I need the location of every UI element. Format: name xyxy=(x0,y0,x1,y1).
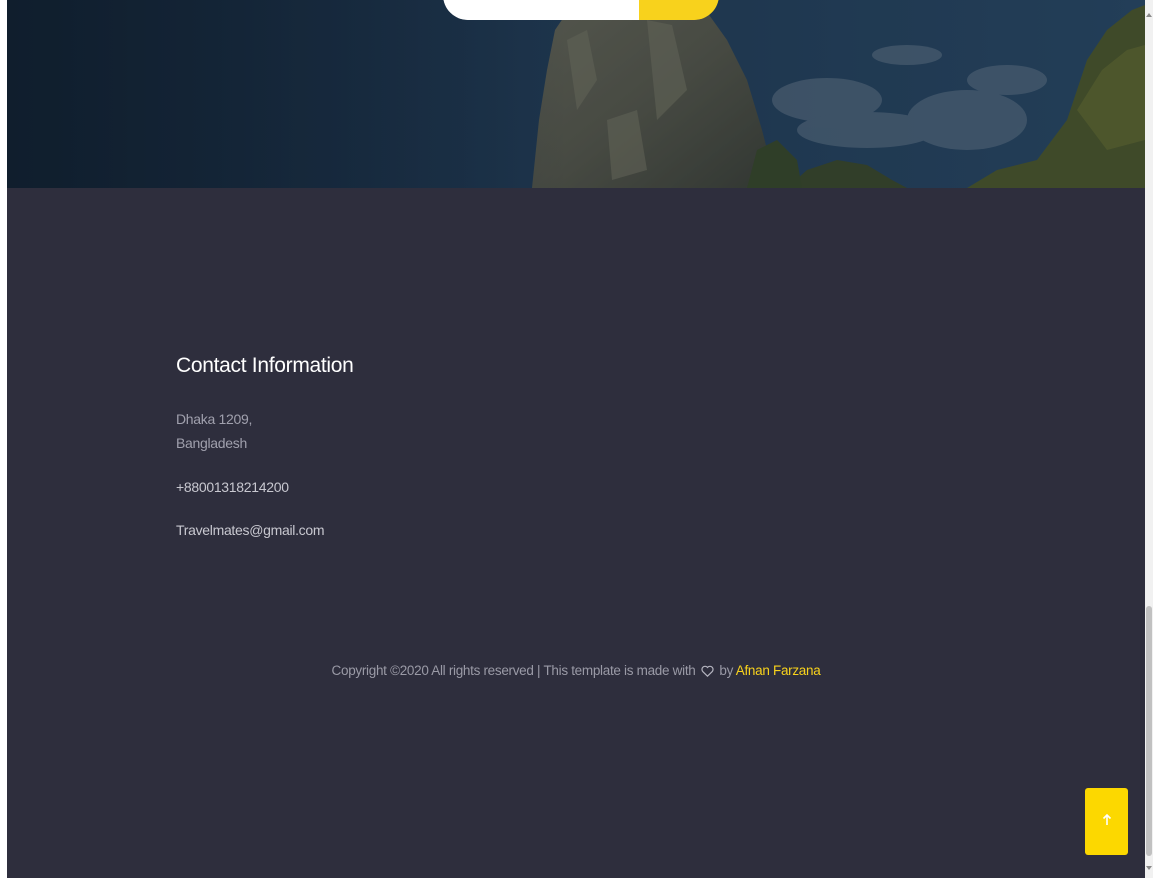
search-bar xyxy=(443,0,719,20)
contact-title: Contact Information xyxy=(176,354,354,377)
search-input[interactable] xyxy=(443,0,639,20)
scroll-up-arrow-icon[interactable] xyxy=(1146,13,1152,17)
address-line-1: Dhaka 1209, xyxy=(176,411,253,427)
author-link[interactable]: Afnan Farzana xyxy=(736,663,821,678)
copyright-by: by xyxy=(719,663,734,678)
contact-info: Contact Information Dhaka 1209, Banglade… xyxy=(176,354,354,542)
back-to-top-button[interactable] xyxy=(1085,788,1128,855)
scrollbar[interactable] xyxy=(1145,0,1153,878)
phone-number: +88001318214200 xyxy=(176,479,289,495)
copyright: Copyright ©2020 All rights reserved | Th… xyxy=(7,663,1145,680)
arrow-up-icon xyxy=(1102,813,1112,829)
scrollbar-thumb[interactable] xyxy=(1146,606,1152,856)
hero-banner xyxy=(7,0,1145,188)
hero-photo xyxy=(7,0,1145,188)
copyright-text: Copyright ©2020 All rights reserved | Th… xyxy=(331,663,696,678)
footer: Contact Information Dhaka 1209, Banglade… xyxy=(7,188,1145,878)
email-address: Travelmates@gmail.com xyxy=(176,522,325,538)
left-edge xyxy=(0,0,7,878)
page: Contact Information Dhaka 1209, Banglade… xyxy=(0,0,1153,878)
address-line-2: Bangladesh xyxy=(176,435,247,451)
scroll-down-arrow-icon[interactable] xyxy=(1146,866,1152,870)
heart-icon xyxy=(701,665,714,680)
